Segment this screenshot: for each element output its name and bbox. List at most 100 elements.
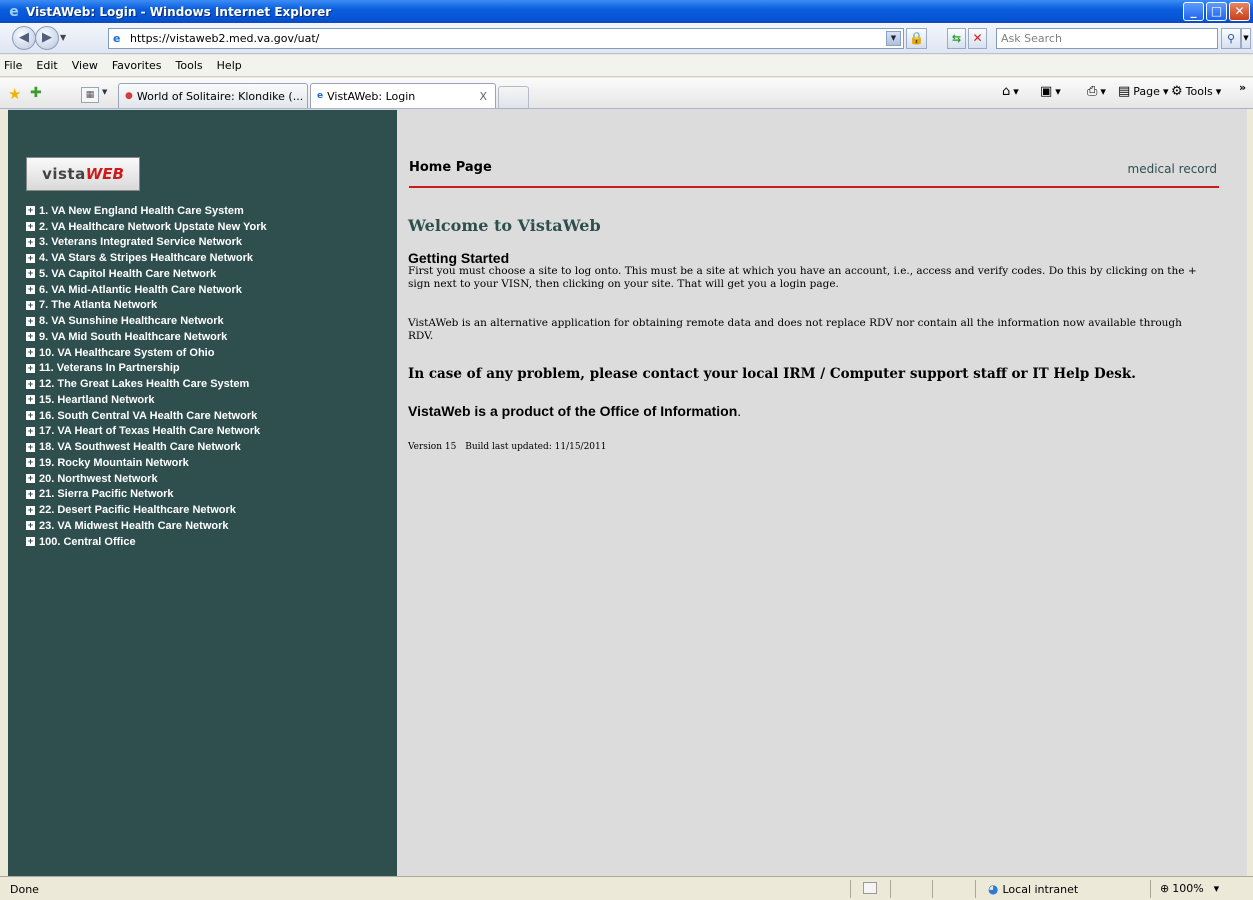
visn-item[interactable]: +5. VA Capitol Health Care Network	[26, 266, 267, 282]
new-tab-button[interactable]	[498, 86, 529, 108]
expand-plus-icon[interactable]: +	[26, 426, 35, 436]
expand-plus-icon[interactable]: +	[26, 316, 35, 326]
visn-item-label: 8. VA Sunshine Healthcare Network	[39, 315, 224, 328]
tab-list-dropdown-icon[interactable]: ▼	[102, 88, 107, 96]
menu-favorites[interactable]: Favorites	[112, 59, 162, 72]
print-button[interactable]: ⎙ ▾	[1087, 84, 1106, 99]
expand-plus-icon[interactable]: +	[26, 253, 35, 263]
medical-record-label: medical record	[1127, 162, 1217, 176]
visn-item[interactable]: +16. South Central VA Health Care Networ…	[26, 408, 267, 424]
expand-plus-icon[interactable]: +	[26, 379, 35, 389]
zoom-dropdown-icon[interactable]: ▾	[1207, 882, 1220, 895]
visn-item[interactable]: +20. Northwest Network	[26, 471, 267, 487]
welcome-heading: Welcome to VistaWeb	[408, 216, 601, 235]
visn-item[interactable]: +21. Sierra Pacific Network	[26, 487, 267, 503]
visn-item[interactable]: +12. The Great Lakes Health Care System	[26, 376, 267, 392]
expand-plus-icon[interactable]: +	[26, 411, 35, 421]
visn-item[interactable]: +22. Desert Pacific Healthcare Network	[26, 502, 267, 518]
expand-plus-icon[interactable]: +	[26, 521, 35, 531]
feeds-icon: ▣	[1040, 84, 1053, 99]
visn-item[interactable]: +7. The Atlanta Network	[26, 298, 267, 314]
visn-item[interactable]: +2. VA Healthcare Network Upstate New Yo…	[26, 219, 267, 235]
visn-item-label: 9. VA Mid South Healthcare Network	[39, 330, 228, 343]
quick-tabs-icon[interactable]: ▦	[81, 87, 99, 103]
expand-plus-icon[interactable]: +	[26, 348, 35, 358]
intranet-globe-icon: ◕	[988, 882, 999, 896]
lock-icon[interactable]: 🔒	[906, 28, 927, 49]
status-divider	[1150, 880, 1151, 898]
ie-page-icon: e	[317, 91, 324, 101]
visn-item[interactable]: +100. Central Office	[26, 534, 267, 550]
feeds-button[interactable]: ▣ ▾	[1040, 84, 1061, 99]
expand-plus-icon[interactable]: +	[26, 300, 35, 310]
zoom-control[interactable]: ⊕ 100% ▾	[1160, 882, 1219, 895]
add-favorites-icon[interactable]: ✚	[30, 85, 42, 101]
forward-button[interactable]: ▶	[35, 26, 59, 50]
search-options-dropdown[interactable]: ▼	[1241, 28, 1251, 49]
visn-item-label: 100. Central Office	[39, 535, 136, 548]
status-divider	[932, 880, 933, 898]
expand-plus-icon[interactable]: +	[26, 363, 35, 373]
getting-started-heading: Getting Started	[408, 250, 510, 266]
visn-item[interactable]: +10. VA Healthcare System of Ohio	[26, 345, 267, 361]
visn-item[interactable]: +15. Heartland Network	[26, 392, 267, 408]
stop-button[interactable]: ✕	[968, 28, 987, 49]
minimize-button[interactable]: _	[1183, 2, 1204, 21]
status-panel-icon	[863, 882, 877, 894]
menu-edit[interactable]: Edit	[36, 59, 57, 72]
visn-item[interactable]: +6. VA Mid-Atlantic Health Care Network	[26, 282, 267, 298]
window-title: VistAWeb: Login - Windows Internet Explo…	[26, 4, 332, 19]
expand-plus-icon[interactable]: +	[26, 537, 35, 547]
tools-menu-button[interactable]: ⚙ Tools ▾	[1171, 84, 1221, 99]
visn-item[interactable]: +1. VA New England Health Care System	[26, 203, 267, 219]
expand-plus-icon[interactable]: +	[26, 442, 35, 452]
visn-item[interactable]: +18. VA Southwest Health Care Network	[26, 439, 267, 455]
command-overflow-icon[interactable]: »	[1239, 81, 1246, 94]
menu-view[interactable]: View	[72, 59, 98, 72]
favorites-star-icon[interactable]: ★	[8, 85, 21, 103]
address-input[interactable]: e https://vistaweb2.med.va.gov/uat/ ▼	[108, 28, 904, 49]
address-dropdown-icon[interactable]: ▼	[886, 31, 901, 46]
expand-plus-icon[interactable]: +	[26, 237, 35, 247]
status-text: Done	[10, 883, 39, 896]
window-controls: _ □ ✕	[1183, 2, 1250, 21]
visn-item[interactable]: +8. VA Sunshine Healthcare Network	[26, 313, 267, 329]
search-icon[interactable]: ⚲	[1221, 28, 1241, 49]
tab-solitaire[interactable]: ● World of Solitaire: Klondike (...	[118, 83, 308, 108]
visn-item[interactable]: +3. Veterans Integrated Service Network	[26, 235, 267, 251]
refresh-button[interactable]: ⇆	[947, 28, 966, 49]
visn-item[interactable]: +9. VA Mid South Healthcare Network	[26, 329, 267, 345]
close-tab-icon[interactable]: X	[479, 90, 487, 103]
expand-plus-icon[interactable]: +	[26, 489, 35, 499]
expand-plus-icon[interactable]: +	[26, 458, 35, 468]
home-button[interactable]: ⌂ ▾	[1002, 84, 1019, 99]
expand-plus-icon[interactable]: +	[26, 395, 35, 405]
visn-item[interactable]: +17. VA Heart of Texas Health Care Netwo…	[26, 424, 267, 440]
security-zone[interactable]: ◕ Local intranet	[988, 882, 1078, 896]
expand-plus-icon[interactable]: +	[26, 474, 35, 484]
expand-plus-icon[interactable]: +	[26, 206, 35, 216]
back-button[interactable]: ◀	[12, 26, 36, 50]
expand-plus-icon[interactable]: +	[26, 222, 35, 232]
page-menu-button[interactable]: ▤ Page ▾	[1118, 84, 1168, 99]
visn-item[interactable]: +4. VA Stars & Stripes Healthcare Networ…	[26, 250, 267, 266]
visn-item[interactable]: +19. Rocky Mountain Network	[26, 455, 267, 471]
expand-plus-icon[interactable]: +	[26, 505, 35, 515]
expand-plus-icon[interactable]: +	[26, 332, 35, 342]
getting-started-text: First you must choose a site to log onto…	[408, 265, 1197, 290]
zoom-icon: ⊕	[1160, 882, 1170, 895]
title-bar: e VistAWeb: Login - Windows Internet Exp…	[0, 0, 1253, 23]
search-input[interactable]: Ask Search	[996, 28, 1218, 49]
history-dropdown-icon[interactable]: ▼	[60, 33, 66, 42]
menu-tools[interactable]: Tools	[176, 59, 203, 72]
menu-help[interactable]: Help	[217, 59, 242, 72]
menu-file[interactable]: File	[4, 59, 22, 72]
visn-item[interactable]: +23. VA Midwest Health Care Network	[26, 518, 267, 534]
tab-vistaweb-login[interactable]: e VistAWeb: Login X	[310, 83, 496, 108]
maximize-button[interactable]: □	[1206, 2, 1227, 21]
close-button[interactable]: ✕	[1229, 2, 1250, 21]
visn-item[interactable]: +11. Veterans In Partnership	[26, 361, 267, 377]
expand-plus-icon[interactable]: +	[26, 269, 35, 279]
expand-plus-icon[interactable]: +	[26, 285, 35, 295]
page-title: Home Page	[409, 160, 492, 175]
